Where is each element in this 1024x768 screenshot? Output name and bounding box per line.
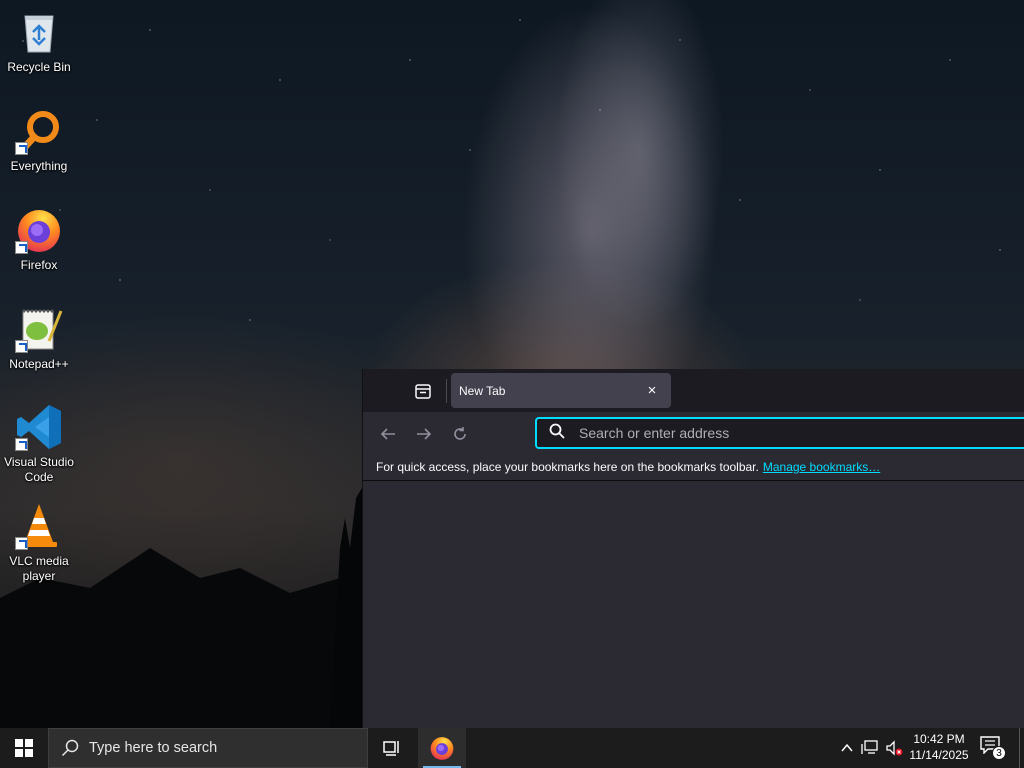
firefox-icon <box>15 206 63 254</box>
show-desktop-button[interactable] <box>1019 728 1024 768</box>
volume-muted-icon[interactable] <box>885 739 903 757</box>
desktop-icon-label: Everything <box>10 159 68 173</box>
taskbar: Type here to search 10:42 PM 11/14/2025 … <box>0 728 1024 768</box>
network-icon[interactable] <box>861 739 879 757</box>
search-icon <box>549 423 565 444</box>
page-content <box>363 481 1024 728</box>
everything-search-icon <box>15 107 63 155</box>
tab-title: New Tab <box>459 383 506 398</box>
tab-new-tab[interactable]: New Tab × <box>451 373 671 408</box>
tab-separator <box>446 379 447 403</box>
desktop-icon-label: Visual Studio Code <box>4 455 74 484</box>
shortcut-arrow-icon <box>15 438 28 451</box>
clock-date: 11/14/2025 <box>909 748 969 762</box>
desktop-icon-everything[interactable]: Everything <box>0 107 78 174</box>
start-button[interactable] <box>0 728 48 768</box>
reload-icon[interactable] <box>449 423 471 445</box>
shortcut-arrow-icon <box>15 340 28 353</box>
forward-arrow-icon[interactable] <box>413 423 435 445</box>
chevron-up-icon[interactable] <box>838 739 856 757</box>
desktop-icon-vscode[interactable]: Visual Studio Code <box>0 403 78 485</box>
action-center-button[interactable]: 3 <box>980 736 1006 760</box>
address-bar[interactable] <box>535 417 1024 449</box>
back-arrow-icon[interactable] <box>377 423 399 445</box>
desktop-icon-label: Firefox <box>20 258 58 272</box>
notification-count-badge: 3 <box>992 746 1006 760</box>
taskbar-firefox-button[interactable] <box>418 728 466 768</box>
tab-bar: New Tab × <box>363 369 1024 412</box>
firefox-view-icon[interactable] <box>413 381 433 401</box>
notepad-plus-plus-icon <box>15 305 63 353</box>
navigation-toolbar <box>363 412 1024 454</box>
system-clock[interactable]: 10:42 PM 11/14/2025 <box>906 731 972 765</box>
desktop-icon-recycle-bin[interactable]: Recycle Bin <box>0 8 78 75</box>
shortcut-arrow-icon <box>15 142 28 155</box>
bookmarks-toolbar: For quick access, place your bookmarks h… <box>363 454 1024 481</box>
search-icon <box>61 739 79 757</box>
desktop-icon-vlc[interactable]: VLC media player <box>0 502 78 584</box>
shortcut-arrow-icon <box>15 537 28 550</box>
desktop-icon-notepad-plus-plus[interactable]: Notepad++ <box>0 305 78 372</box>
desktop-icon-firefox[interactable]: Firefox <box>0 206 78 273</box>
bookmarks-toolbar-hint: For quick access, place your bookmarks h… <box>376 460 759 474</box>
task-view-button[interactable] <box>368 728 416 768</box>
desktop-icon-label: Notepad++ <box>9 357 69 371</box>
address-input[interactable] <box>579 425 979 441</box>
recycle-bin-icon <box>15 8 63 56</box>
desktop-icon-label: VLC media player <box>9 554 69 583</box>
firefox-window: New Tab × For quick access, place your b… <box>362 369 1024 728</box>
shortcut-arrow-icon <box>15 241 28 254</box>
vscode-icon <box>15 403 63 451</box>
clock-time: 10:42 PM <box>913 732 965 746</box>
windows-logo-icon <box>15 739 33 757</box>
task-view-icon <box>383 741 399 756</box>
manage-bookmarks-link[interactable]: Manage bookmarks… <box>763 460 880 474</box>
taskbar-search-placeholder: Type here to search <box>89 740 218 756</box>
vlc-cone-icon <box>15 502 63 550</box>
close-tab-icon[interactable]: × <box>643 382 661 399</box>
taskbar-search-box[interactable]: Type here to search <box>48 728 368 768</box>
firefox-icon <box>430 737 454 760</box>
desktop-icon-label: Recycle Bin <box>7 60 71 74</box>
